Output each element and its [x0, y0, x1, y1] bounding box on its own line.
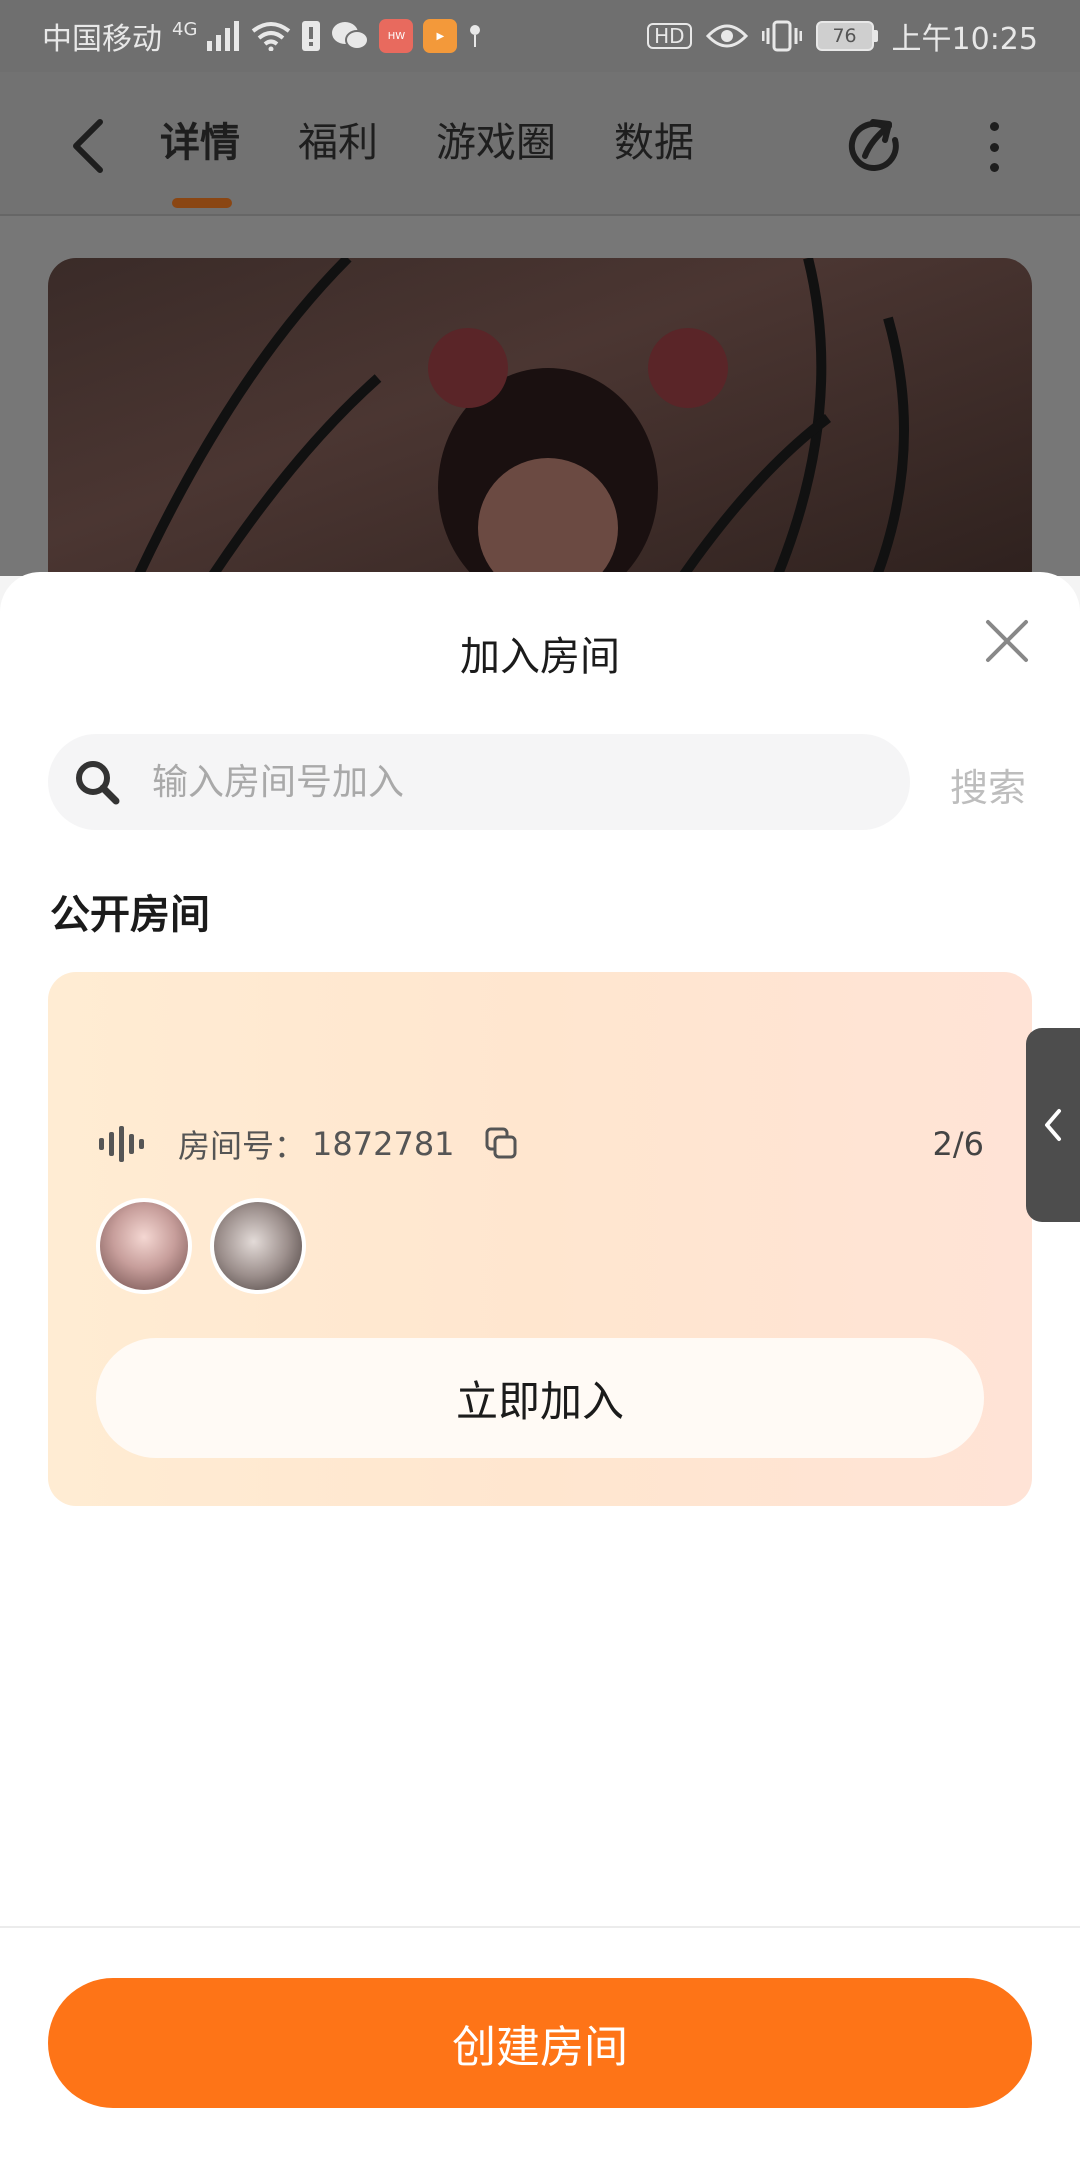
footer-divider	[0, 1926, 1080, 1928]
more-menu-icon[interactable]	[982, 114, 1006, 180]
create-room-button[interactable]: 创建房间	[48, 1978, 1032, 2108]
room-number-value: 1872781	[312, 1125, 455, 1163]
tab-welfare[interactable]: 福利	[298, 110, 378, 168]
search-bar	[48, 734, 910, 830]
clock: 上午10:25	[891, 22, 1038, 57]
room-number-input[interactable]	[152, 761, 852, 803]
public-rooms-heading: 公开房间	[50, 892, 210, 938]
battery-indicator: 76	[815, 21, 878, 51]
tab-data[interactable]: 数据	[614, 110, 694, 168]
join-now-button[interactable]: 立即加入	[96, 1338, 984, 1458]
banner-artwork	[123, 258, 909, 598]
member-avatars	[96, 1198, 306, 1294]
room-info-row: 房间号： 1872781 2/6	[98, 1122, 984, 1166]
room-card: 房间号： 1872781 2/6 立即加入	[48, 972, 1032, 1506]
sheet-title: 加入房间	[460, 634, 620, 680]
tab-bar: 详情 福利 游戏圈 数据	[160, 110, 694, 168]
huawei-app-icon: HW	[379, 19, 414, 53]
member-count: 2/6	[932, 1125, 985, 1163]
chevron-left-icon	[1045, 1109, 1061, 1141]
share-icon[interactable]	[845, 116, 907, 178]
back-icon[interactable]	[64, 116, 114, 176]
copy-icon[interactable]	[485, 1127, 519, 1161]
active-tab-indicator	[172, 198, 232, 208]
network-type: 4G	[172, 18, 198, 40]
video-app-icon: ▶	[423, 19, 458, 53]
search-button[interactable]: 搜索	[950, 757, 1026, 812]
avatar	[210, 1198, 306, 1294]
carrier-label: 中国移动	[42, 22, 162, 57]
room-number-label: 房间号：	[178, 1127, 307, 1165]
tab-game-circle[interactable]: 游戏圈	[436, 110, 556, 168]
search-icon	[76, 761, 120, 805]
avatar	[96, 1198, 192, 1294]
wechat-icon	[332, 22, 370, 50]
voice-wave-icon	[99, 1126, 144, 1162]
hd-badge: HD	[647, 23, 692, 49]
join-room-sheet: 加入房间 搜索 公开房间 房间号： 1872781 2/6 立即加入 创建房间	[0, 572, 1080, 2160]
mic-icon	[470, 25, 481, 47]
vibrate-icon	[761, 20, 802, 52]
top-nav: 详情 福利 游戏圈 数据	[0, 72, 1080, 216]
wifi-icon	[252, 22, 291, 51]
eye-icon	[705, 24, 748, 48]
signal-icon	[207, 21, 240, 51]
tab-details[interactable]: 详情	[160, 110, 240, 168]
game-banner-image	[48, 258, 1032, 598]
battery-level: 76	[815, 21, 874, 51]
alert-icon	[302, 21, 321, 51]
side-drawer-handle[interactable]	[1026, 1028, 1080, 1222]
status-bar: 中国移动 4G HW ▶ HD 76 上午10:25	[0, 0, 1080, 72]
close-icon[interactable]	[982, 616, 1032, 666]
